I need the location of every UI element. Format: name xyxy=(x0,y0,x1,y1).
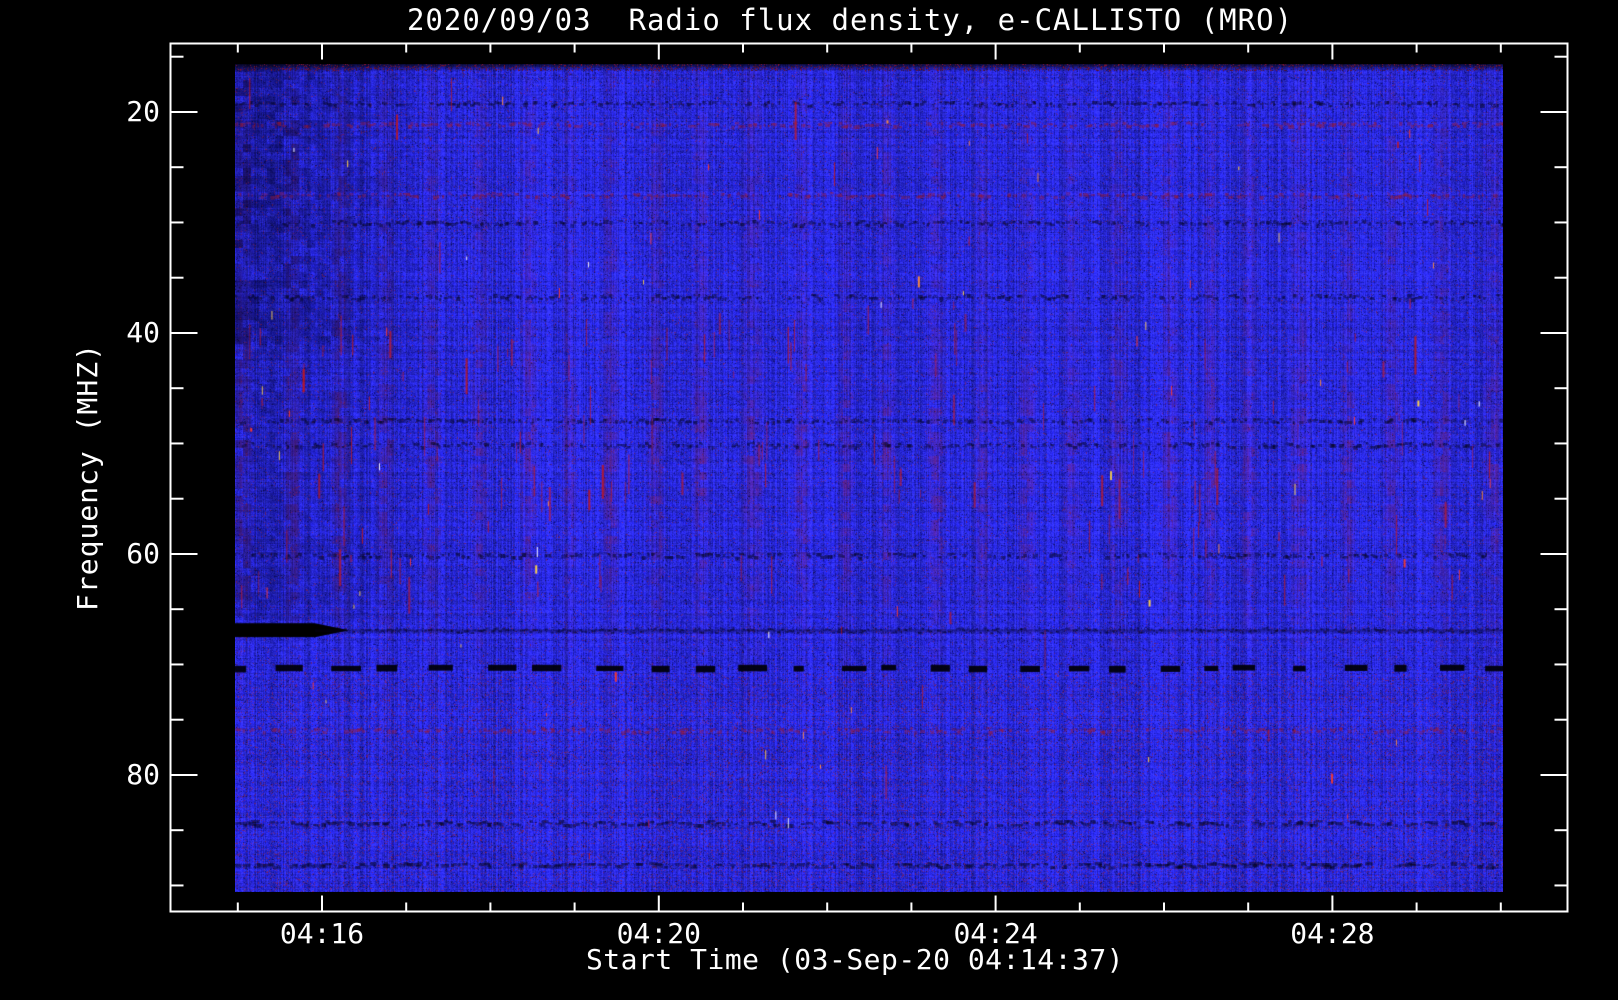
y-tick-label: 80 xyxy=(126,757,160,791)
spectrogram-canvas xyxy=(235,64,1503,892)
y-tick-label: 20 xyxy=(126,94,160,128)
x-axis-title: Start Time (03-Sep-20 04:14:37) xyxy=(585,943,1125,976)
y-axis-title: Frequency (MHZ) xyxy=(71,343,104,611)
spectrogram-figure: 2020/09/03 Radio flux density, e-CALLIST… xyxy=(0,0,1618,1000)
x-tick-label: 04:28 xyxy=(1290,917,1375,950)
y-tick-label: 60 xyxy=(126,536,160,570)
x-tick-label: 04:20 xyxy=(616,917,701,950)
plot-title: 2020/09/03 Radio flux density, e-CALLIST… xyxy=(406,3,1294,37)
y-tick-label: 40 xyxy=(126,315,160,349)
x-tick-label: 04:24 xyxy=(953,917,1038,950)
x-tick-label: 04:16 xyxy=(279,917,365,950)
